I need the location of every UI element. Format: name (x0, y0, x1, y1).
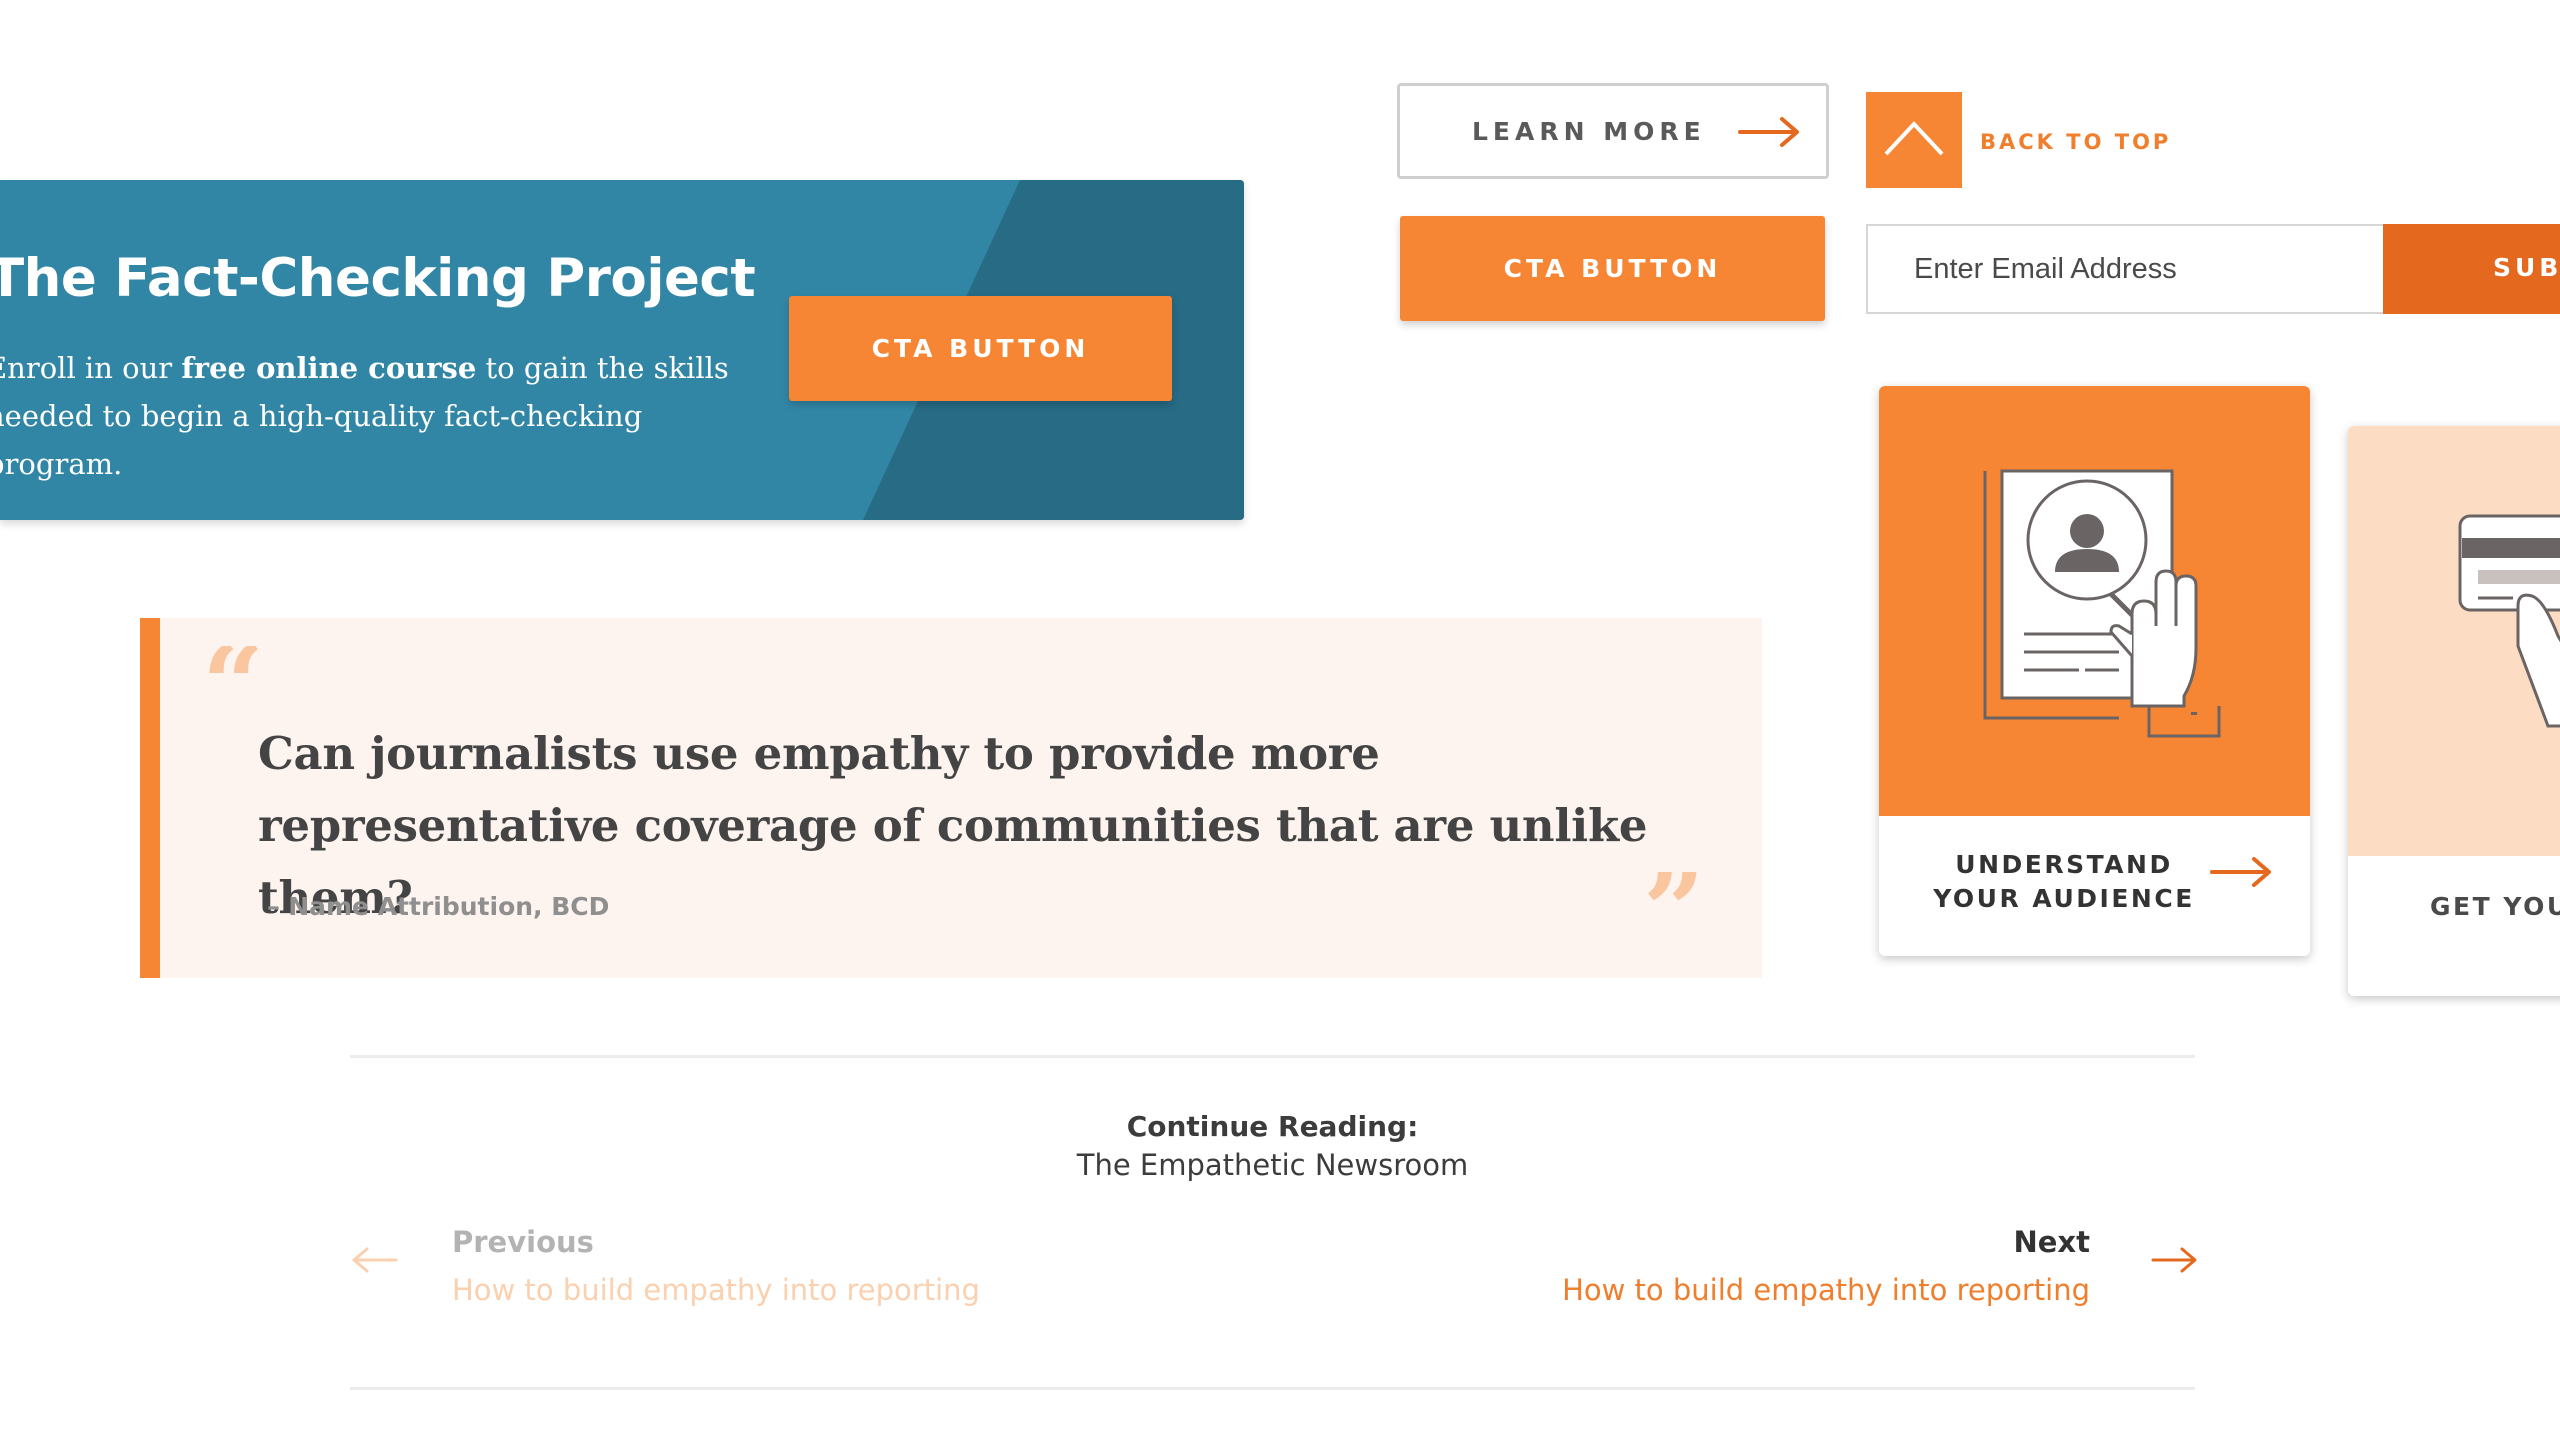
quote-accent-bar (140, 618, 160, 978)
banner-description: Enroll in our free online course to gain… (0, 344, 746, 488)
continue-reading-label: Continue Reading: (1126, 1110, 1419, 1143)
banner-cta-label: CTA BUTTON (871, 334, 1090, 363)
back-to-top-link[interactable]: BACK TO TOP (1980, 130, 2171, 154)
previous-label: Previous (452, 1225, 594, 1259)
arrow-right-icon[interactable] (2151, 1246, 2197, 1274)
arrow-right-icon (1738, 117, 1799, 147)
next-article-link[interactable]: How to build empathy into reporting (1562, 1273, 2090, 1307)
profile-document-magnifier-icon (1983, 469, 2221, 738)
card-title: UNDERSTAND YOUR AUDIENCE (1933, 850, 2195, 913)
divider (350, 1055, 2195, 1058)
arrow-right-icon (2210, 857, 2271, 887)
credit-card-hand-icon (2458, 514, 2560, 728)
learn-more-label: LEARN MORE (1472, 116, 1706, 146)
pull-quote: “ ” Can journalists use empathy to provi… (140, 618, 1762, 978)
arrow-left-icon[interactable] (352, 1246, 398, 1274)
card-get-audience[interactable]: GET YOUR AUDIENCE (2348, 426, 2560, 996)
card-title: GET YOUR AUDIENCE (2430, 892, 2560, 921)
email-field[interactable] (1866, 224, 2384, 314)
banner-cta-button[interactable]: CTA BUTTON (789, 296, 1172, 401)
card-image (2348, 426, 2560, 856)
next-label: Next (2013, 1225, 2090, 1259)
banner-title: The Fact-Checking Project (0, 248, 756, 309)
card-image (1879, 386, 2310, 816)
previous-article-link[interactable]: How to build empathy into reporting (452, 1273, 980, 1307)
series-title: The Empathetic Newsroom (1076, 1148, 1469, 1182)
divider (350, 1387, 2195, 1390)
banner-desc-emphasis: free online course (181, 351, 477, 385)
banner-desc-start: Enroll in our (0, 351, 182, 385)
open-quote-icon: “ (202, 646, 262, 696)
chevron-up-icon (1884, 121, 1944, 156)
back-to-top-button[interactable] (1866, 92, 1962, 188)
card-understand-audience[interactable]: UNDERSTAND YOUR AUDIENCE (1879, 386, 2310, 956)
quote-attribution: – Name Attribution, BCD (267, 892, 610, 921)
svg-text:“: “ (202, 646, 262, 696)
subscribe-button[interactable]: SUBSCRIBE (2383, 224, 2560, 314)
learn-more-button[interactable]: LEARN MORE (1397, 83, 1829, 179)
cta-button[interactable]: CTA BUTTON (1400, 216, 1825, 321)
subscribe-button-label: SUBSCRIBE (2493, 253, 2560, 282)
cta-button-label: CTA BUTTON (1503, 254, 1722, 283)
